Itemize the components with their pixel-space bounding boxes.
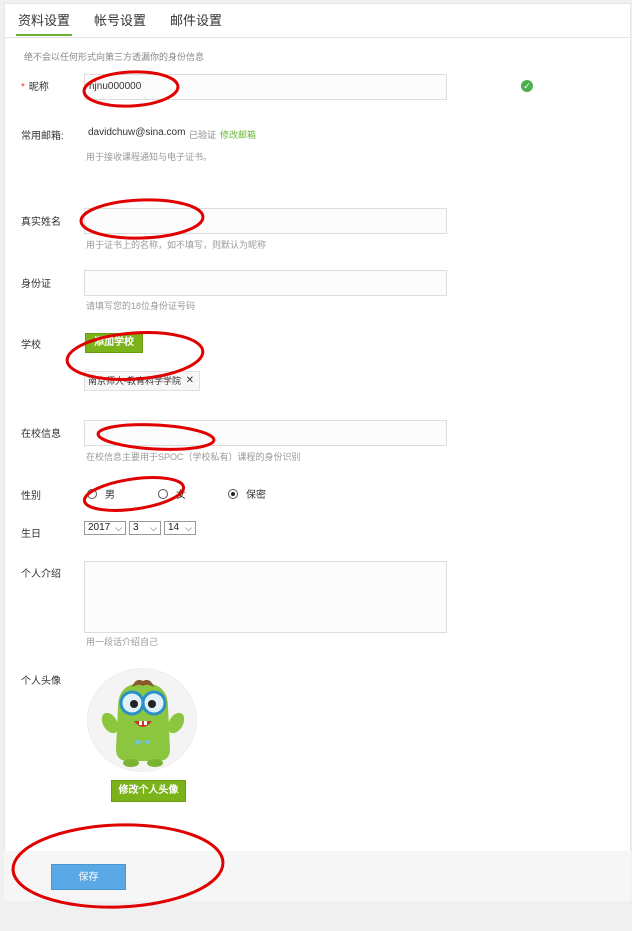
change-email-link[interactable]: 修改邮箱	[220, 128, 256, 141]
monster-avatar-image	[101, 679, 185, 767]
real-name-hint: 用于证书上的名称，如不填写，则默认为昵称	[86, 240, 267, 250]
real-name-label: 真实姓名	[21, 217, 61, 228]
save-button[interactable]: 保存	[51, 864, 126, 890]
chevron-down-icon: ⌵	[150, 523, 157, 533]
tab-bar: 资料设置 帐号设置 邮件设置	[16, 14, 244, 38]
email-verified-status: 已验证	[189, 130, 217, 140]
close-icon[interactable]: ✕	[186, 372, 194, 390]
selected-school-chip: 南京师大-教育科学学院 ✕	[84, 371, 200, 391]
avatar	[87, 668, 197, 772]
school-label: 学校	[21, 340, 41, 351]
birth-year-select[interactable]: 2017 ⌵	[84, 521, 126, 535]
selected-school-name: 南京师大-教育科学学院	[88, 376, 181, 386]
gender-label: 性别	[21, 491, 41, 502]
gender-option-secret[interactable]: 保密	[228, 486, 266, 501]
add-school-button[interactable]: 添加学校	[85, 333, 143, 353]
birthday-label: 生日	[21, 529, 41, 540]
id-card-hint: 请填写您的18位身份证号码	[86, 301, 196, 311]
campus-info-input[interactable]	[84, 420, 447, 446]
tab-account-settings[interactable]: 帐号设置	[92, 14, 148, 36]
check-circle-icon: ✓	[521, 80, 533, 92]
campus-info-hint: 在校信息主要用于SPOC（学校私有）课程的身份识别	[86, 452, 301, 462]
radio-secret[interactable]	[228, 488, 238, 499]
campus-info-label: 在校信息	[21, 429, 61, 440]
tab-email-settings[interactable]: 邮件设置	[168, 14, 224, 36]
radio-female[interactable]	[158, 488, 168, 499]
gender-option-female[interactable]: 女	[158, 486, 186, 501]
avatar-label: 个人头像	[21, 676, 61, 687]
privacy-notice: 绝不会以任何形式向第三方透漏你的身份信息	[24, 52, 205, 62]
change-avatar-button[interactable]: 修改个人头像	[111, 780, 186, 802]
id-card-input[interactable]	[84, 270, 447, 296]
chevron-down-icon: ⌵	[115, 523, 122, 533]
birth-day-select[interactable]: 14 ⌵	[164, 521, 196, 535]
nickname-label: * 昵称	[21, 82, 49, 93]
bio-hint: 用一段话介绍自己	[86, 637, 159, 647]
email-hint: 用于接收课程通知与电子证书。	[86, 152, 213, 162]
bio-label: 个人介绍	[21, 569, 61, 580]
email-label: 常用邮箱:	[21, 131, 64, 142]
id-card-label: 身份证	[21, 279, 51, 290]
birth-month-select[interactable]: 3 ⌵	[129, 521, 161, 535]
radio-male[interactable]	[87, 488, 97, 499]
tab-profile-settings[interactable]: 资料设置	[16, 14, 73, 36]
gender-option-male[interactable]: 男	[87, 486, 115, 501]
tab-divider	[4, 37, 631, 38]
required-mark: *	[21, 82, 25, 93]
real-name-input[interactable]	[84, 208, 447, 234]
nickname-input[interactable]: njnu000000	[84, 74, 447, 100]
chevron-down-icon: ⌵	[185, 523, 192, 533]
email-value: davidchuw@sina.com	[88, 127, 186, 138]
bio-textarea[interactable]	[84, 561, 447, 633]
